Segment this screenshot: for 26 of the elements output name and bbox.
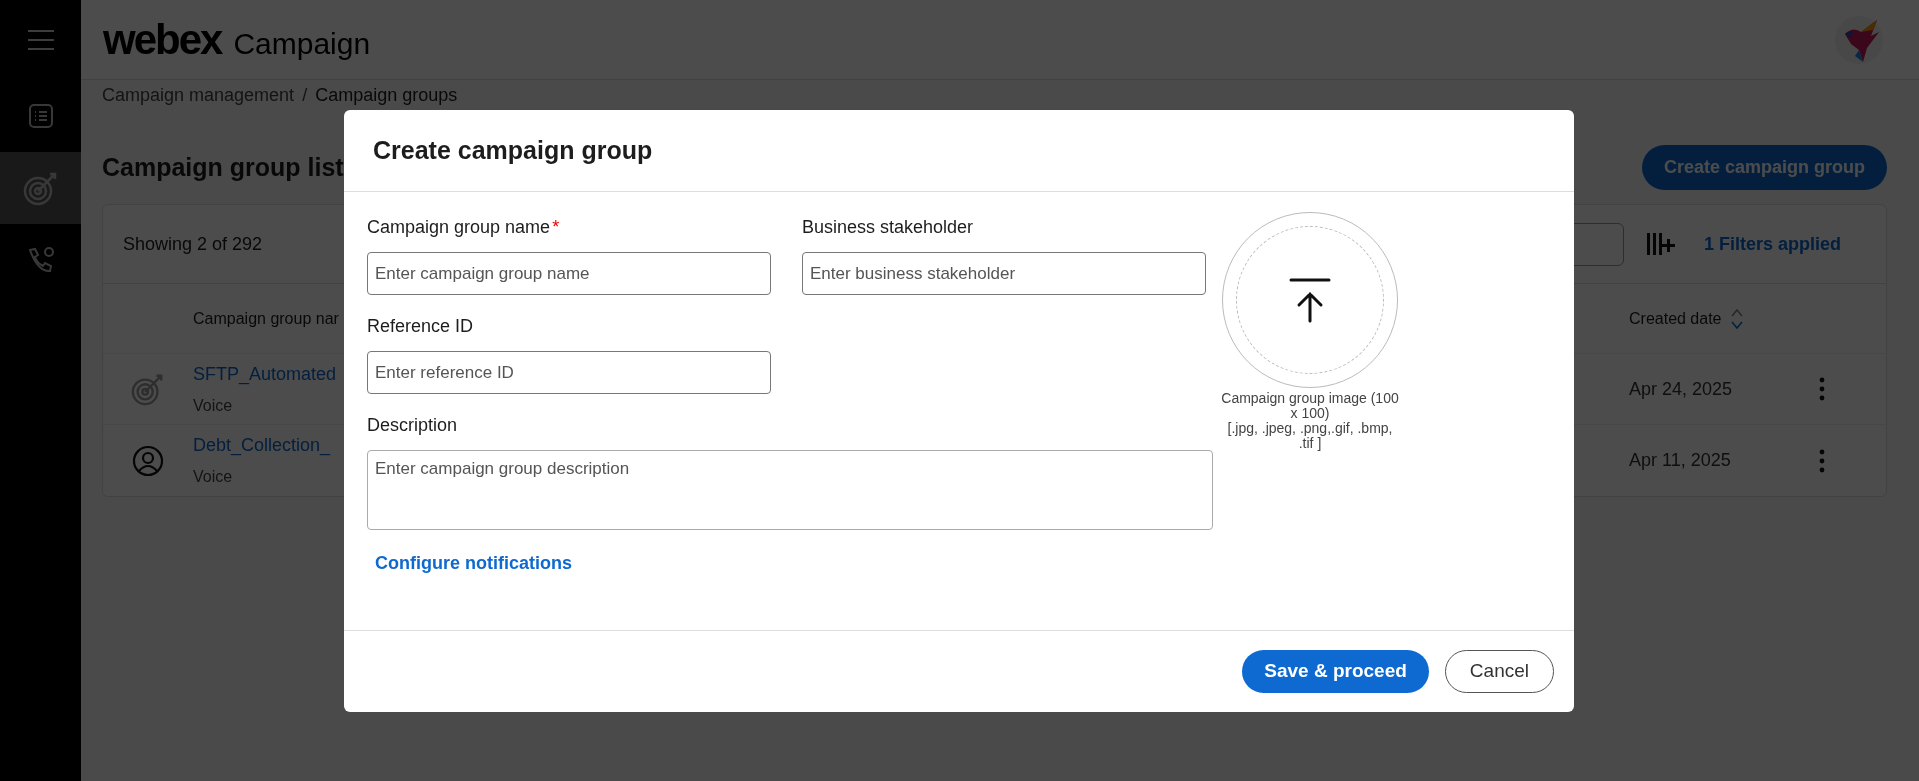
field-label: Reference ID xyxy=(367,315,474,338)
dialog-title: Create campaign group xyxy=(373,134,653,166)
field-label: Campaign group name xyxy=(367,216,551,239)
image-caption: [.jpg, .jpeg, .png,.gif, .bmp, .tif ] xyxy=(1226,421,1394,451)
page-title: Campaign group list xyxy=(102,151,344,183)
channel-text: Voice xyxy=(193,395,233,416)
column-header[interactable]: Campaign group nar xyxy=(193,309,339,327)
field-label: Business stakeholder xyxy=(802,216,974,239)
breadcrumb-separator: / xyxy=(302,85,308,105)
save-button[interactable]: Save & proceed xyxy=(1242,650,1429,693)
input-field[interactable]: Enter reference ID xyxy=(367,351,771,394)
app-title: Campaign xyxy=(233,26,371,62)
required-mark: * xyxy=(552,216,560,239)
table-cell-text: Apr 24, 2025 xyxy=(1629,377,1734,401)
logo: webex xyxy=(103,15,222,65)
input-field[interactable]: Enter business stakeholder xyxy=(802,252,1206,295)
field-label: Description xyxy=(367,414,458,437)
table-cell-text: Apr 11, 2025 xyxy=(1629,449,1732,472)
channel-text: Voice xyxy=(193,467,233,487)
upload-icon xyxy=(1289,277,1331,323)
input-field[interactable]: Enter campaign group name xyxy=(367,252,771,295)
breadcrumb-current: Campaign groups xyxy=(315,85,458,105)
configure-notifications-link[interactable]: Configure notifications xyxy=(375,550,572,577)
cancel-button[interactable]: Cancel xyxy=(1444,650,1554,693)
image-caption: Campaign group image (100 x 100) xyxy=(1221,391,1399,421)
description-field[interactable]: Enter campaign group description xyxy=(367,450,1213,530)
